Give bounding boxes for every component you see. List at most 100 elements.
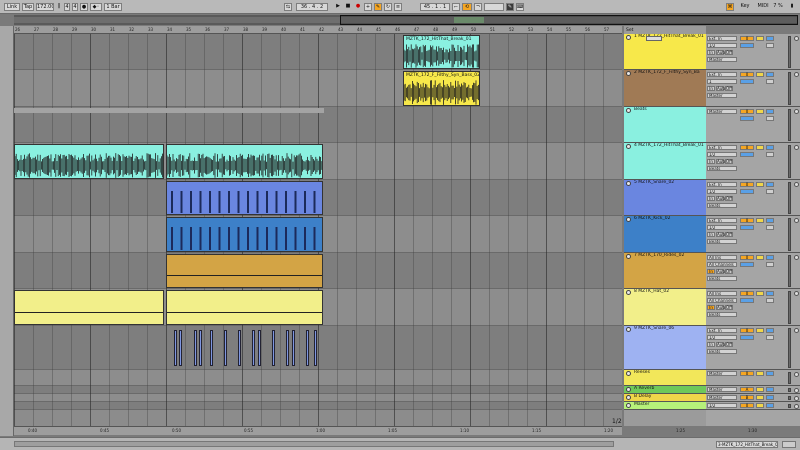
track-fold-icon[interactable] xyxy=(794,255,799,260)
loop-length-field[interactable] xyxy=(484,3,504,11)
overview-viewport[interactable] xyxy=(340,15,798,25)
input-type-select[interactable]: Ext. In xyxy=(707,218,737,223)
quantize-select[interactable]: 1 Bar xyxy=(104,3,122,11)
punch-in-icon[interactable]: ⌐ xyxy=(452,3,460,11)
track-fold-icon[interactable] xyxy=(794,72,799,77)
output-select[interactable]: Master xyxy=(707,57,737,62)
tap-button[interactable]: Tap xyxy=(22,3,34,11)
track-fold-icon[interactable] xyxy=(794,328,799,333)
track-activator-icon[interactable] xyxy=(626,403,631,408)
input-channel-select[interactable]: 1/2 xyxy=(707,43,737,48)
track-pan[interactable] xyxy=(740,298,754,303)
output-select[interactable]: Beats xyxy=(707,203,737,208)
metronome-icon[interactable]: ‖ xyxy=(56,3,62,11)
track-name[interactable]: Reeses xyxy=(624,370,706,376)
monitor-auto-button[interactable]: Auto xyxy=(716,232,726,237)
solo-button[interactable] xyxy=(766,145,774,150)
track-header[interactable]: 1 MZTK_172_HitThat_Break_01 xyxy=(624,34,706,70)
monitor-off-button[interactable]: Off xyxy=(725,269,733,274)
overdub-icon[interactable]: + xyxy=(364,3,372,11)
monitor-auto-button[interactable]: In xyxy=(707,159,715,164)
output-select[interactable]: Beats xyxy=(707,166,737,171)
beat-time-ruler[interactable]: 26 27 28 29 30 31 32 33 34 35 36 37 38 39 40 41 42 43 44 45… xyxy=(14,26,622,34)
mute-button[interactable] xyxy=(756,218,764,223)
solo-button[interactable] xyxy=(766,395,774,400)
solo-button[interactable] xyxy=(766,218,774,223)
track-activator-icon[interactable] xyxy=(626,71,631,76)
arm-button[interactable] xyxy=(766,152,774,157)
stop-icon[interactable]: ■ xyxy=(344,3,352,11)
input-type-select[interactable]: Ext. In xyxy=(707,36,737,41)
snare-hit[interactable] xyxy=(258,330,261,366)
track-header[interactable]: Reeses xyxy=(624,370,706,386)
solo-button[interactable] xyxy=(766,328,774,333)
mute-button[interactable] xyxy=(756,145,764,150)
snare-hit[interactable] xyxy=(199,330,202,366)
track-header[interactable]: 9 MZTK_Snare_06 xyxy=(624,326,706,370)
track-volume[interactable]: 0 xyxy=(740,182,754,187)
arrangement-view[interactable]: MZTK_172_HitThat_Break_01 MZTK_172_F_Filt… xyxy=(14,34,622,426)
audio-clip[interactable]: MZTK_172_HitThat_Break_01 xyxy=(403,35,480,69)
solo-button[interactable] xyxy=(766,109,774,114)
time-ruler[interactable]: 0:40 0:45 0:50 0:55 1:00 1:05 1:10 1:15 1:20 1:25… xyxy=(14,426,757,435)
track-volume[interactable]: 0 xyxy=(740,36,754,41)
monitor-off-button[interactable]: Off xyxy=(725,305,733,310)
monitor-auto-button[interactable]: In xyxy=(707,86,715,91)
solo-button[interactable] xyxy=(766,36,774,41)
track-pan[interactable] xyxy=(740,152,754,157)
output-select[interactable]: Beats xyxy=(707,276,737,281)
punch-out-icon[interactable]: ¬ xyxy=(474,3,482,11)
arm-button[interactable] xyxy=(766,43,774,48)
track-fold-icon[interactable] xyxy=(794,388,799,393)
output-select[interactable]: Beats xyxy=(707,312,737,317)
monitor-auto-button[interactable]: Auto xyxy=(716,269,726,274)
track-activator-icon[interactable] xyxy=(626,35,631,40)
track-fold-icon[interactable] xyxy=(794,36,799,41)
signature-denominator[interactable]: 4 xyxy=(72,3,78,11)
track-name[interactable]: 1 MZTK_172_HitThat_Break_01 xyxy=(624,34,706,40)
monitor-off-button[interactable]: Off xyxy=(725,86,733,91)
mute-button[interactable] xyxy=(756,371,764,376)
mute-button[interactable] xyxy=(756,328,764,333)
monitor-auto-button[interactable]: Auto xyxy=(716,305,726,310)
track-activator-icon[interactable] xyxy=(626,217,631,222)
arm-button[interactable] xyxy=(766,298,774,303)
audio-clip[interactable] xyxy=(166,290,323,325)
track-header[interactable]: 7 MZTK_170_Rides_02 xyxy=(624,253,706,289)
monitor-off-button[interactable]: Off xyxy=(725,196,733,201)
snare-hit[interactable] xyxy=(272,330,275,366)
mute-button[interactable] xyxy=(756,36,764,41)
audio-clip[interactable] xyxy=(166,144,323,179)
track-activator-icon[interactable] xyxy=(626,327,631,332)
track-pan[interactable] xyxy=(740,262,754,267)
loop-icon[interactable]: ⟲ xyxy=(462,3,472,11)
track-activator-icon[interactable] xyxy=(626,387,631,392)
monitor-auto-button[interactable]: Auto xyxy=(716,50,726,55)
arm-button[interactable] xyxy=(766,262,774,267)
snare-hit[interactable] xyxy=(286,330,289,366)
input-type-select[interactable]: Ext. In xyxy=(707,145,737,150)
track-name[interactable]: A Reverb xyxy=(624,386,706,392)
solo-button[interactable] xyxy=(766,72,774,77)
monitor-auto-button[interactable]: In xyxy=(707,196,715,201)
input-channel-select[interactable]: 1/2 xyxy=(707,225,737,230)
metronome-toggle[interactable]: ◆◦ xyxy=(90,3,102,11)
track-header[interactable]: 2 MZTK_172_F_Filthy_Syn_Ba xyxy=(624,70,706,107)
audio-clip[interactable] xyxy=(14,144,164,179)
track-name[interactable]: 9 MZTK_Snare_06 xyxy=(624,326,706,332)
track-header[interactable]: 5 MZTK_Snare_02 xyxy=(624,180,706,216)
detail-toggle-icon[interactable] xyxy=(782,441,796,448)
track-header[interactable]: Master xyxy=(624,402,706,410)
mute-button[interactable] xyxy=(756,395,764,400)
audio-clip[interactable]: MZTK_172_F_Filthy_Syn_Bass_02 xyxy=(403,71,480,106)
mute-button[interactable] xyxy=(756,387,764,392)
arrangement-overview[interactable] xyxy=(14,15,798,25)
play-icon[interactable]: ▶ xyxy=(334,3,342,11)
snare-hit[interactable] xyxy=(314,330,317,366)
arm-button[interactable] xyxy=(766,116,774,121)
track-fold-icon[interactable] xyxy=(794,404,799,409)
track-name[interactable]: 8 MZTK_Hat_02 xyxy=(624,289,706,295)
track-volume[interactable]: 0 xyxy=(740,72,754,77)
track-pan[interactable] xyxy=(740,335,754,340)
track-name[interactable]: 6 MZTK_Kick_02 xyxy=(624,216,706,222)
